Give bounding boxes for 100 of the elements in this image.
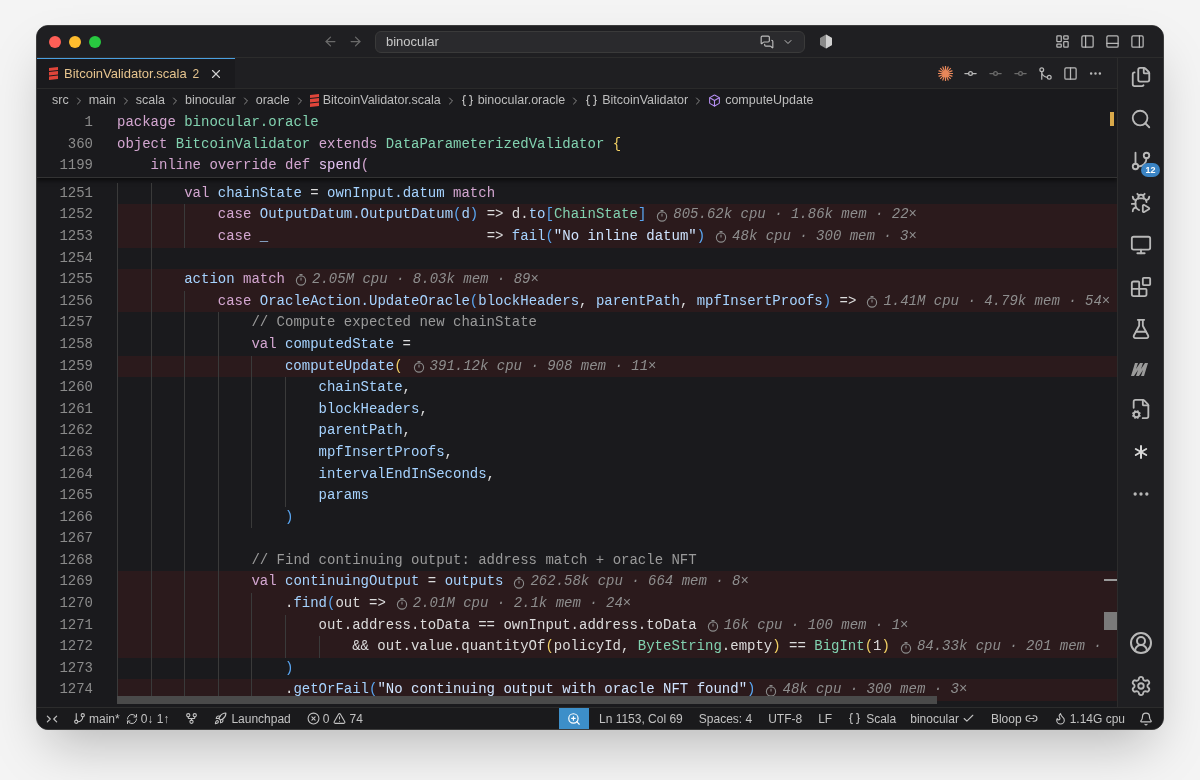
split-editor-icon[interactable] [1063,65,1078,81]
stopwatch-icon [899,640,912,654]
zoom-window-button[interactable] [89,35,101,48]
line-number: 1267 [58,529,93,549]
line-number: 1268 [58,550,93,570]
problem-count: 2 [192,65,200,83]
hexagon-icon[interactable] [819,34,833,49]
code-text: inline override def spend( [149,156,370,176]
line-number: 1257 [58,313,93,333]
hint-text: 84.33k cpu · 201 mem · [916,637,1102,657]
line-number: 1261 [58,399,93,419]
line-number: 1269 [58,572,93,592]
graph-icon[interactable] [185,712,199,725]
breadcrumb-item[interactable]: scala [135,91,165,110]
back-icon[interactable] [323,34,338,49]
code-text: case OutputDatum.OutputDatum(d) => d.to[ChainState] [217,205,647,225]
warning-count[interactable]: 74 [349,709,363,728]
braces-icon [460,94,474,107]
hint-text: 805.62k cpu · 1.86k mem · 22× [673,205,917,225]
check-icon [961,712,975,725]
editor-tab[interactable]: BitcoinValidator.scala 2 [37,58,236,88]
encoding[interactable]: UTF-8 [768,709,803,728]
line-number: 1272 [58,637,93,657]
scala-file-icon [49,67,58,80]
breadcrumb-item[interactable]: oracle [255,91,290,110]
breadcrumb-item[interactable]: binocular.oracle [477,91,566,110]
account-icon[interactable] [1128,631,1153,655]
braces-icon [848,712,862,725]
breadcrumb-item[interactable]: main [88,91,116,110]
code-text: // Find continuing output: address match + oracle NFT [251,550,697,570]
sync-icon [125,712,138,725]
rocket-icon [214,712,228,725]
language-mode[interactable]: Scala [866,709,897,728]
code-text: mpfInsertProofs, [318,442,453,462]
code-text: package binocular.oracle [117,113,319,132]
search-icon[interactable] [1129,108,1152,130]
line-number: 1266 [58,507,93,527]
extensions-icon[interactable] [1129,276,1152,298]
line-number: 1199 [58,156,93,176]
line-number: 1255 [58,270,93,290]
line-number: 1265 [58,486,93,506]
layout-icon[interactable] [1055,34,1070,49]
line-number: 1274 [58,680,93,700]
breadcrumb-item[interactable]: computeUpdate [725,91,814,110]
cpu-usage[interactable]: 1.14G cpu [1069,709,1125,728]
cursor-position[interactable]: Ln 1153, Col 69 [598,709,683,728]
zoom-in-icon [566,711,581,726]
stopwatch-icon [513,575,526,589]
breadcrumb-item[interactable]: binocular [184,91,236,110]
warning-icon [333,712,347,725]
line-number: 1259 [58,356,93,376]
hint-text: 391.12k cpu · 908 mem · 11× [429,356,657,376]
notifications-icon[interactable] [1139,711,1153,726]
run-debug-icon[interactable] [1129,192,1152,214]
branch-name[interactable]: main* [89,709,120,728]
breadcrumb-item[interactable]: BitcoinValidator [602,91,689,110]
line-ending[interactable]: LF [818,709,833,728]
forward-icon[interactable] [348,34,363,49]
code-text: blockHeaders, [318,399,428,419]
settings-icon[interactable] [1129,675,1152,697]
hint-text: 16k cpu · 100 mem · 1× [723,615,909,635]
file-gear-icon[interactable] [1129,398,1152,420]
right-panel-icon[interactable] [1130,34,1145,49]
search-field[interactable]: binocular [375,30,805,53]
sync-status[interactable]: 0↓ 1↑ [140,709,170,728]
bottom-panel-icon[interactable] [1105,34,1120,49]
line-number: 1258 [58,334,93,354]
files-icon[interactable] [1129,66,1152,88]
cube-icon [708,94,722,107]
scrollbar-thumb[interactable] [1104,612,1117,630]
stopwatch-icon [866,295,879,309]
remote-monitor-icon[interactable] [1129,234,1152,256]
error-count[interactable]: 0 [322,709,330,728]
zoom-button[interactable] [558,708,589,729]
line-number: 1270 [58,594,93,614]
minimize-window-button[interactable] [69,35,81,48]
stopwatch-icon [395,597,408,611]
line-number: 1263 [58,442,93,462]
code-text: action match [184,270,286,290]
sparkle-icon[interactable] [938,65,953,81]
hint-text: 2.05M cpu · 8.03k mem · 89× [312,270,539,290]
close-window-button[interactable] [49,35,61,48]
code-text: ) [284,658,294,678]
code-text: case OracleAction.UpdateOracle(blockHeaders, parentPath, mpfInsertProofs) => [217,291,857,311]
line-number: 1256 [58,291,93,311]
error-icon [306,712,320,725]
indentation[interactable]: Spaces: 4 [698,709,753,728]
code-text: case _ => fail("No inline datum") [217,226,706,246]
breadcrumb-item[interactable]: src [52,91,69,110]
breadcrumb-item[interactable]: BitcoinValidator.scala [322,91,441,110]
chat-icon[interactable] [760,34,774,49]
launchpad-link[interactable]: Launchpad [231,709,291,728]
build-target[interactable]: binocular [910,709,959,728]
merge-icon[interactable] [1038,65,1053,81]
left-panel-icon[interactable] [1080,34,1095,49]
line-number: 1273 [58,658,93,678]
code-text: ) [284,507,294,527]
build-server[interactable]: Bloop [990,709,1022,728]
stopwatch-icon [295,273,308,287]
scala-file-icon [309,94,319,107]
